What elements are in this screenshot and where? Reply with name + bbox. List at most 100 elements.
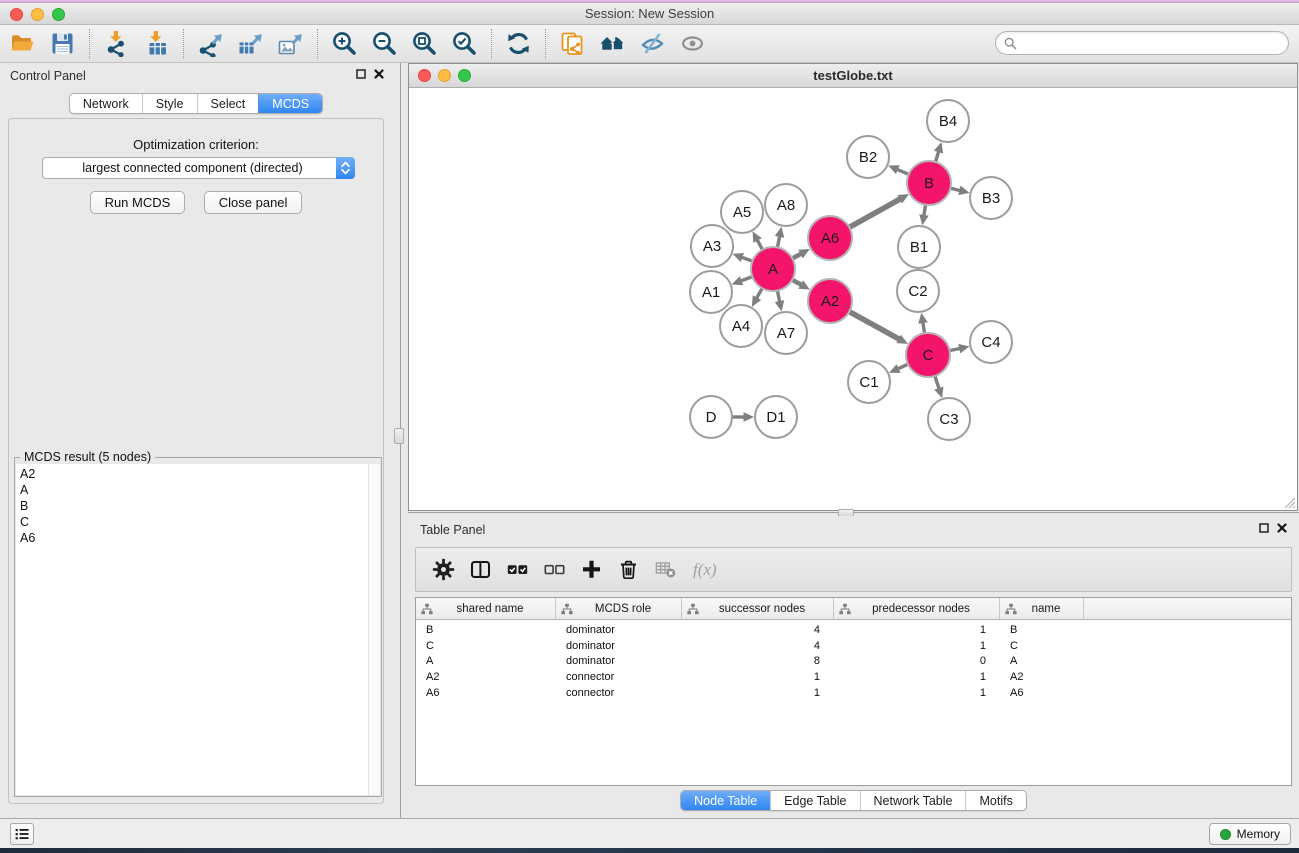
mcds-result-item[interactable]: A6 — [20, 530, 368, 546]
graph-node-A3[interactable]: A3 — [691, 225, 733, 267]
table-row[interactable]: A2connector11A2 — [416, 670, 1291, 686]
table-cell[interactable]: 1 — [834, 639, 1000, 655]
table-cell[interactable]: dominator — [556, 654, 682, 670]
table-cell[interactable]: A6 — [1000, 686, 1084, 702]
task-history-button[interactable] — [10, 823, 34, 845]
graph-node-A7[interactable]: A7 — [765, 312, 807, 354]
graph-node-C4[interactable]: C4 — [970, 321, 1012, 363]
table-tab-node-table[interactable]: Node Table — [681, 791, 770, 810]
zoom-in-icon[interactable] — [331, 30, 358, 57]
graph-node-B3[interactable]: B3 — [970, 177, 1012, 219]
zoom-out-icon[interactable] — [371, 30, 398, 57]
table-tab-motifs[interactable]: Motifs — [965, 791, 1025, 810]
network-minimize-button[interactable] — [438, 69, 451, 82]
table-cell[interactable]: C — [1000, 639, 1084, 655]
column-header-name[interactable]: name — [1000, 598, 1084, 619]
optimization-criterion-dropdown[interactable]: largest connected component (directed) — [42, 157, 355, 179]
close-panel-button[interactable]: Close panel — [204, 191, 303, 214]
add-column-icon[interactable] — [580, 558, 603, 581]
table-cell[interactable]: B — [1000, 623, 1084, 639]
vertical-splitter-grip[interactable] — [394, 428, 404, 444]
table-cell[interactable]: A — [416, 654, 556, 670]
table-cell[interactable]: connector — [556, 670, 682, 686]
graph-node-C1[interactable]: C1 — [848, 361, 890, 403]
mcds-result-list[interactable]: A2ABCA6 — [16, 464, 368, 795]
graph-node-D[interactable]: D — [690, 396, 732, 438]
graph-node-B2[interactable]: B2 — [847, 136, 889, 178]
mcds-result-item[interactable]: B — [20, 498, 368, 514]
search-input[interactable] — [1017, 36, 1288, 50]
table-cell[interactable]: 0 — [834, 654, 1000, 670]
home-icon[interactable] — [599, 30, 626, 57]
table-tab-edge-table[interactable]: Edge Table — [770, 791, 859, 810]
network-zoom-button[interactable] — [458, 69, 471, 82]
split-columns-icon[interactable] — [469, 558, 492, 581]
table-cell[interactable]: A — [1000, 654, 1084, 670]
mcds-result-item[interactable]: C — [20, 514, 368, 530]
zoom-selected-icon[interactable] — [451, 30, 478, 57]
import-table-icon[interactable] — [143, 30, 170, 57]
table-cell[interactable]: B — [416, 623, 556, 639]
graph-node-C2[interactable]: C2 — [897, 270, 939, 312]
network-close-button[interactable] — [418, 69, 431, 82]
resize-grip-icon[interactable] — [1281, 494, 1296, 509]
table-row[interactable]: Cdominator41C — [416, 639, 1291, 655]
column-header-MCDS-role[interactable]: MCDS role — [556, 598, 682, 619]
function-fx-icon[interactable]: f(x) — [691, 558, 717, 581]
table-cell[interactable]: 1 — [834, 686, 1000, 702]
table-cell[interactable]: C — [416, 639, 556, 655]
graph-edge-A6-B[interactable] — [848, 199, 901, 228]
network-canvas[interactable]: B4 B2 B B3 A8 A5 A6 A3 B1 A C2 A1 A2 — [409, 88, 1297, 510]
table-tab-network-table[interactable]: Network Table — [860, 791, 966, 810]
graph-node-C3[interactable]: C3 — [928, 398, 970, 440]
table-cell[interactable]: A2 — [416, 670, 556, 686]
graph-node-B1[interactable]: B1 — [898, 226, 940, 268]
graph-node-A[interactable]: A — [751, 247, 795, 291]
refresh-layout-icon[interactable] — [505, 30, 532, 57]
graph-node-A2[interactable]: A2 — [808, 279, 852, 323]
graph-node-A4[interactable]: A4 — [720, 305, 762, 347]
mcds-result-item[interactable]: A2 — [20, 466, 368, 482]
settings-gear-icon[interactable] — [432, 558, 455, 581]
table-cell[interactable]: 1 — [682, 686, 834, 702]
graph-node-B4[interactable]: B4 — [927, 100, 969, 142]
table-cell[interactable]: 4 — [682, 639, 834, 655]
float-panel-icon[interactable] — [356, 69, 366, 79]
network-document-icon[interactable] — [559, 30, 586, 57]
table-cell[interactable]: dominator — [556, 639, 682, 655]
table-cell[interactable]: 1 — [834, 670, 1000, 686]
save-session-icon[interactable] — [49, 30, 76, 57]
memory-button[interactable]: Memory — [1209, 823, 1291, 845]
export-table-icon[interactable] — [237, 30, 264, 57]
deselect-all-icon[interactable] — [543, 558, 566, 581]
result-scrollbar[interactable] — [368, 464, 380, 795]
show-graphics-details-icon[interactable] — [679, 30, 706, 57]
graph-node-A5[interactable]: A5 — [721, 191, 763, 233]
tab-style[interactable]: Style — [142, 94, 197, 113]
table-cell[interactable]: 8 — [682, 654, 834, 670]
graph-node-C[interactable]: C — [906, 333, 950, 377]
column-header-shared-name[interactable]: shared name — [416, 598, 556, 619]
close-panel-icon[interactable] — [374, 69, 384, 79]
float-table-panel-icon[interactable] — [1259, 523, 1269, 533]
run-mcds-button[interactable]: Run MCDS — [90, 191, 186, 214]
graph-node-B[interactable]: B — [907, 161, 951, 205]
graph-node-A1[interactable]: A1 — [690, 271, 732, 313]
export-image-icon[interactable] — [277, 30, 304, 57]
tab-select[interactable]: Select — [197, 94, 259, 113]
import-network-icon[interactable] — [103, 30, 130, 57]
table-cell[interactable]: dominator — [556, 623, 682, 639]
tab-network[interactable]: Network — [70, 94, 142, 113]
graph-node-A6[interactable]: A6 — [808, 216, 852, 260]
hide-graphics-details-icon[interactable] — [639, 30, 666, 57]
graph-node-D1[interactable]: D1 — [755, 396, 797, 438]
select-all-icon[interactable] — [506, 558, 529, 581]
tab-mcds[interactable]: MCDS — [258, 94, 322, 113]
table-cell[interactable]: 1 — [834, 623, 1000, 639]
delete-table-icon[interactable] — [654, 558, 677, 581]
export-network-icon[interactable] — [197, 30, 224, 57]
search-box[interactable] — [995, 31, 1289, 55]
table-cell[interactable]: A2 — [1000, 670, 1084, 686]
close-table-panel-icon[interactable] — [1277, 523, 1287, 533]
mcds-result-item[interactable]: A — [20, 482, 368, 498]
